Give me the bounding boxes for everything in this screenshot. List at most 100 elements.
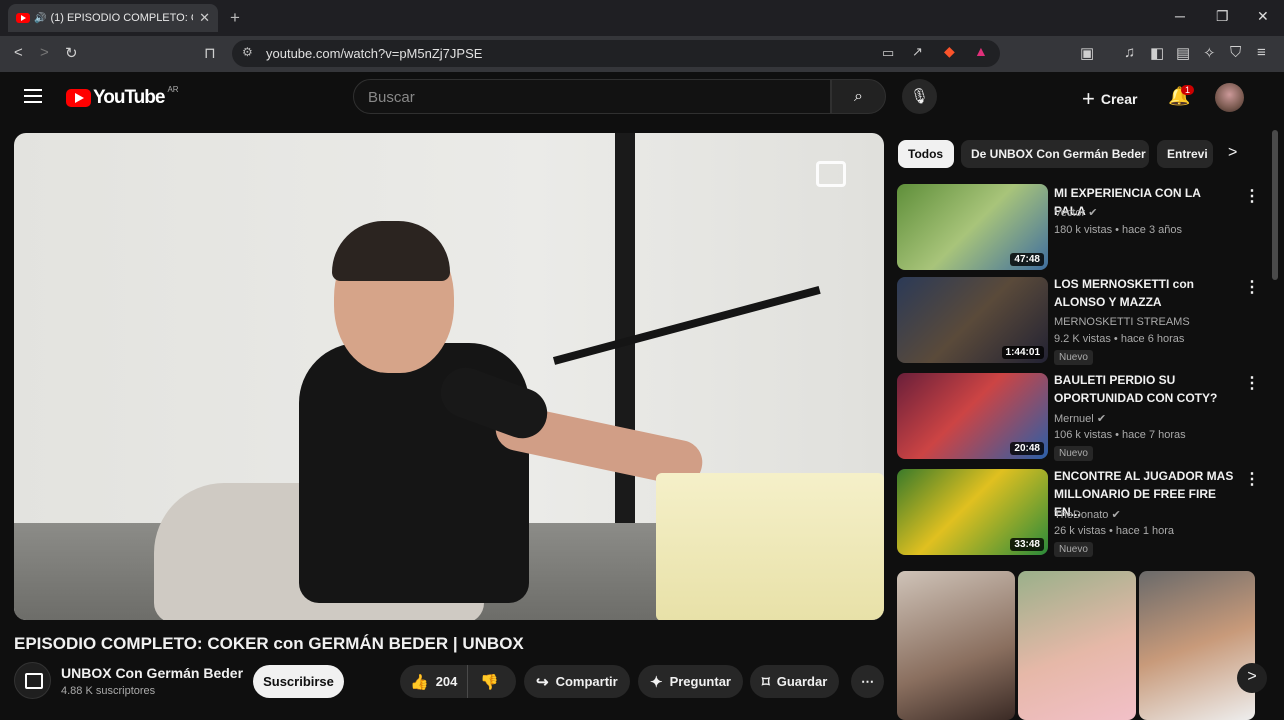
- back-icon[interactable]: <: [14, 44, 23, 61]
- bookmark-icon[interactable]: ⊓: [204, 44, 216, 62]
- microphone-icon: 🎙: [909, 88, 930, 105]
- voice-search-button[interactable]: 🎙: [902, 79, 937, 114]
- like-button[interactable]: 👍 204: [400, 665, 469, 698]
- url-text: youtube.com/watch?v=pM5nZj7JPSE: [266, 46, 483, 61]
- short-thumbnail[interactable]: [1139, 571, 1255, 720]
- recommendation-channel-name: Mernuel: [1054, 413, 1094, 425]
- like-count: 204: [435, 674, 458, 689]
- wallet-icon[interactable]: ▤: [1176, 44, 1190, 62]
- shorts-next-chevron-icon[interactable]: >: [1237, 663, 1267, 693]
- new-tab-icon[interactable]: +: [230, 8, 240, 28]
- recommendation-meta: 26 k vistas • hace 1 hora: [1054, 525, 1175, 537]
- chip-channel[interactable]: De UNBOX Con Germán Beder: [961, 140, 1149, 168]
- recommendation-channel-name: Vector: [1054, 207, 1086, 219]
- user-avatar[interactable]: [1215, 83, 1244, 112]
- recommendation-title[interactable]: BAULETI PERDIO SU OPORTUNIDAD CON COTY?: [1054, 371, 1234, 407]
- search-input[interactable]: Buscar: [353, 79, 831, 114]
- subscribe-button[interactable]: Suscribirse: [253, 665, 344, 698]
- recommendation-channel[interactable]: Vector ✔: [1054, 206, 1097, 219]
- recommendation-menu-icon[interactable]: ⋮: [1244, 373, 1260, 393]
- brave-rewards-icon[interactable]: ▲: [974, 43, 988, 59]
- create-button[interactable]: + Crear: [1082, 86, 1137, 112]
- save-button[interactable]: ⌑ Guardar: [750, 665, 840, 698]
- address-bar[interactable]: ⚙ youtube.com/watch?v=pM5nZj7JPSE ▭ ↗ ◆ …: [232, 40, 1000, 67]
- subscriber-count: 4.88 K suscriptores: [61, 685, 156, 697]
- brave-shield-icon[interactable]: ◆: [944, 43, 955, 60]
- channel-avatar[interactable]: [14, 662, 51, 699]
- video-duration: 33:48: [1010, 538, 1044, 551]
- close-window-icon[interactable]: ✕: [1257, 8, 1269, 25]
- sidebar-scrollbar[interactable]: [1272, 130, 1278, 280]
- video-scene-box: [656, 473, 884, 620]
- cast-icon[interactable]: ▭: [882, 45, 894, 61]
- save-label: Guardar: [776, 674, 828, 689]
- video-title: EPISODIO COMPLETO: COKER con GERMÁN BEDE…: [14, 634, 524, 653]
- media-icon[interactable]: ♫: [1124, 44, 1135, 61]
- forward-icon[interactable]: >: [40, 44, 49, 61]
- ask-label: Preguntar: [669, 674, 731, 689]
- sparkle-icon: ✦: [650, 673, 663, 691]
- vpn-icon[interactable]: ⛉: [1230, 44, 1241, 61]
- video-duration: 47:48: [1010, 253, 1044, 266]
- new-badge: Nuevo: [1054, 542, 1093, 557]
- channel-name[interactable]: UNBOX Con Germán Beder: [61, 665, 243, 681]
- recommendation-menu-icon[interactable]: ⋮: [1244, 277, 1260, 297]
- video-duration: 20:48: [1010, 442, 1044, 455]
- more-actions-button[interactable]: ⋯: [851, 665, 884, 698]
- recommendation-channel[interactable]: Mernuel ✔: [1054, 412, 1106, 425]
- new-badge: Nuevo: [1054, 446, 1093, 461]
- logo-text: YouTube: [93, 87, 165, 108]
- reload-icon[interactable]: ↻: [65, 44, 78, 62]
- recommendation-thumbnail[interactable]: 47:48: [897, 184, 1048, 270]
- verified-icon: ✔: [1096, 413, 1107, 425]
- verified-icon: ✔: [1088, 207, 1098, 219]
- browser-tab[interactable]: 🔊 (1) EPISODIO COMPLETO: CO ✕: [8, 4, 218, 32]
- share-page-icon[interactable]: ↗: [912, 44, 923, 60]
- recommendation-title[interactable]: LOS MERNOSKETTI con ALONSO Y MAZZA: [1054, 275, 1234, 311]
- recommendation-title-line1: LOS MERNOSKETTI con: [1054, 277, 1195, 291]
- leo-ai-icon[interactable]: ✧: [1203, 44, 1216, 62]
- hamburger-menu-icon[interactable]: [24, 89, 42, 107]
- youtube-logo[interactable]: YouTube AR: [66, 85, 179, 109]
- new-badge: Nuevo: [1054, 350, 1093, 365]
- thumbs-up-icon: 👍: [410, 673, 429, 691]
- recommendation-title-line2: ALONSO Y MAZZA: [1054, 295, 1162, 309]
- tab-title: (1) EPISODIO COMPLETO: CO: [50, 12, 194, 24]
- minimize-icon[interactable]: ─: [1175, 8, 1185, 24]
- recommendation-meta: 180 k vistas • hace 3 años: [1054, 224, 1182, 236]
- create-label: Crear: [1100, 91, 1138, 107]
- video-player[interactable]: [14, 133, 884, 620]
- recommendation-channel[interactable]: MERNOSKETTI STREAMS: [1054, 316, 1190, 328]
- recommendation-channel[interactable]: TheDonato ✔: [1054, 508, 1121, 521]
- speaker-icon[interactable]: 🔊: [34, 13, 46, 24]
- chip-entrevistas[interactable]: Entrevi: [1157, 140, 1213, 168]
- ask-button[interactable]: ✦ Preguntar: [638, 665, 743, 698]
- recommendation-thumbnail[interactable]: 33:48: [897, 469, 1048, 555]
- channel-watermark-icon[interactable]: [816, 161, 846, 187]
- menu-icon[interactable]: ≡: [1257, 44, 1266, 61]
- chips-next-chevron-icon[interactable]: >: [1228, 144, 1237, 162]
- recommendation-menu-icon[interactable]: ⋮: [1244, 469, 1260, 489]
- chip-todos[interactable]: Todos: [898, 140, 954, 168]
- close-tab-icon[interactable]: ✕: [199, 10, 210, 26]
- share-button[interactable]: ↪ Compartir: [524, 665, 630, 698]
- sidebar-icon[interactable]: ◧: [1150, 44, 1164, 62]
- screenshot-icon[interactable]: ▣: [1080, 44, 1094, 62]
- recommendation-thumbnail[interactable]: 20:48: [897, 373, 1048, 459]
- like-dislike-group: 👍 204 👎: [400, 665, 516, 698]
- plus-icon: +: [1082, 86, 1095, 111]
- short-thumbnail[interactable]: [897, 571, 1015, 720]
- short-thumbnail[interactable]: [1018, 571, 1136, 720]
- verified-icon: ✔: [1111, 509, 1121, 521]
- recommendation-thumbnail[interactable]: 1:44:01: [897, 277, 1048, 363]
- search-button[interactable]: ⌕: [831, 79, 886, 114]
- maximize-icon[interactable]: ❐: [1216, 8, 1229, 25]
- recommendation-menu-icon[interactable]: ⋮: [1244, 186, 1260, 206]
- dislike-button[interactable]: 👎: [468, 673, 518, 691]
- more-horizontal-icon: ⋯: [861, 673, 874, 689]
- youtube-play-icon: [66, 89, 91, 107]
- site-info-icon[interactable]: ⚙: [242, 45, 253, 59]
- share-icon: ↪: [536, 673, 549, 691]
- share-label: Compartir: [555, 674, 618, 689]
- search-icon: ⌕: [854, 88, 863, 105]
